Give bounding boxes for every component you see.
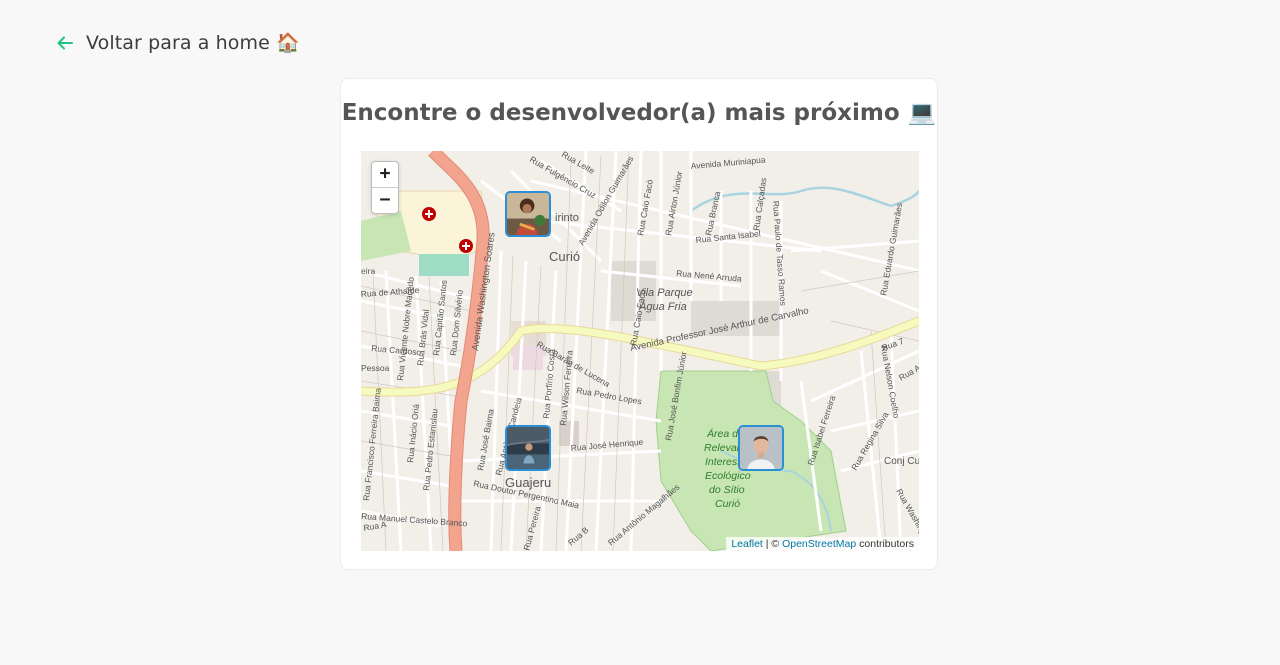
street-label-eira: eira (361, 266, 375, 276)
map-label-irinto: irinto (555, 212, 579, 224)
developer-avatar-1 (507, 193, 549, 235)
zoom-in-button[interactable]: + (372, 162, 398, 187)
developer-marker-3[interactable] (738, 425, 784, 471)
back-to-home-link[interactable]: Voltar para a home 🏠 (56, 31, 300, 54)
attribution-separator: | © (762, 538, 783, 550)
developer-avatar-3 (740, 427, 782, 469)
map-label-area-4: Ecológico (705, 470, 751, 482)
leaflet-link[interactable]: Leaflet (731, 538, 763, 550)
map-label-conj: Conj Cur (884, 456, 919, 467)
street-label-pessoa: Pessoa (361, 363, 390, 373)
developer-marker-1[interactable] (505, 191, 551, 237)
developers-map[interactable]: Curió Guajeru Vila Parque Água Fria Área… (361, 151, 919, 551)
back-link-label: Voltar para a home 🏠 (86, 32, 300, 54)
developer-avatar-2 (507, 427, 549, 469)
attribution-suffix: contributors (856, 538, 914, 550)
page-title: Encontre o desenvolvedor(a) mais próximo… (341, 100, 937, 126)
arrow-left-icon (57, 36, 73, 49)
map-tiles[interactable]: Curió Guajeru Vila Parque Água Fria Área… (361, 151, 919, 551)
map-card: Encontre o desenvolvedor(a) mais próximo… (340, 78, 938, 570)
map-label-curio: Curió (549, 249, 580, 264)
openstreetmap-link[interactable]: OpenStreetMap (782, 538, 856, 550)
map-label-area-6: Curió (715, 498, 740, 510)
map-label-area-5: do Sítio (709, 484, 745, 496)
zoom-control: + − (371, 161, 399, 214)
developer-marker-2[interactable] (505, 425, 551, 471)
zoom-out-button[interactable]: − (372, 187, 398, 213)
map-attribution: Leaflet | © OpenStreetMap contributors (726, 537, 919, 551)
